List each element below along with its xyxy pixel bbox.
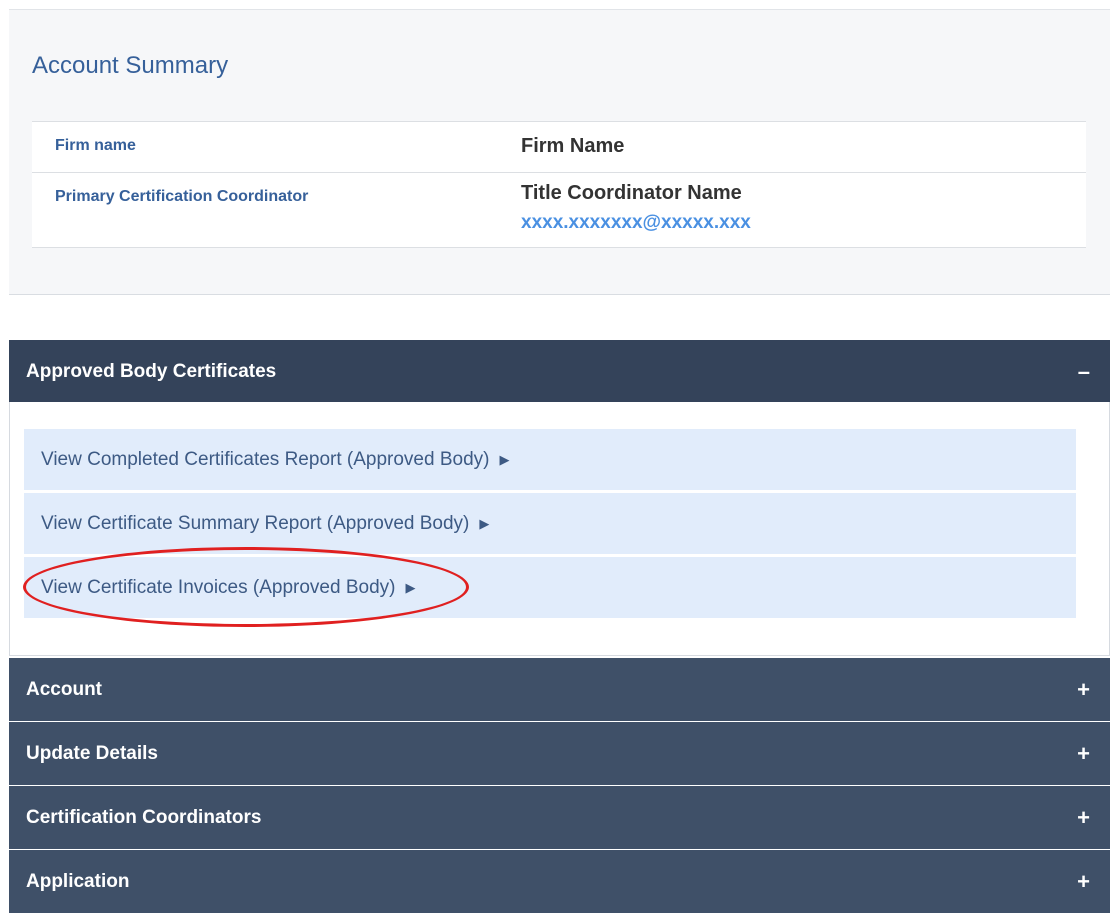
- link-completed-certificates-report[interactable]: View Completed Certificates Report (Appr…: [24, 429, 1076, 490]
- collapse-icon[interactable]: –: [1078, 360, 1090, 383]
- coordinator-name: Title Coordinator Name: [521, 182, 742, 204]
- panel-certification-coordinators-title: Certification Coordinators: [26, 806, 262, 828]
- coordinator-email-link[interactable]: xxxx.xxxxxxx@xxxxx.xxx: [521, 212, 1086, 234]
- firm-name-value-cell: Firm Name: [521, 122, 1086, 172]
- link-certificate-summary-report[interactable]: View Certificate Summary Report (Approve…: [24, 493, 1076, 554]
- panel-application-title: Application: [26, 870, 130, 892]
- expand-icon[interactable]: +: [1077, 870, 1090, 893]
- link-certificate-invoices-label: View Certificate Invoices (Approved Body…: [41, 576, 396, 598]
- expand-icon[interactable]: +: [1077, 678, 1090, 701]
- panel-certification-coordinators-header[interactable]: Certification Coordinators +: [9, 786, 1110, 849]
- account-summary-table: Firm name Firm Name Primary Certificatio…: [32, 121, 1086, 248]
- arrow-right-icon: ▶: [479, 515, 490, 531]
- expand-icon[interactable]: +: [1077, 806, 1090, 829]
- panel-account-title: Account: [26, 678, 102, 700]
- link-certificate-invoices[interactable]: View Certificate Invoices (Approved Body…: [24, 557, 1076, 618]
- coordinator-row: Primary Certification Coordinator Title …: [32, 172, 1086, 247]
- firm-name-value: Firm Name: [521, 135, 625, 157]
- panel-update-details-title: Update Details: [26, 742, 158, 764]
- coordinator-value-cell: Title Coordinator Name xxxx.xxxxxxx@xxxx…: [521, 173, 1086, 247]
- firm-name-row: Firm name Firm Name: [32, 122, 1086, 172]
- account-summary-title: Account Summary: [32, 52, 229, 79]
- panel-application-header[interactable]: Application +: [9, 850, 1110, 913]
- coordinator-label: Primary Certification Coordinator: [55, 188, 309, 205]
- panel-approved-body-certificates-header[interactable]: Approved Body Certificates –: [9, 340, 1110, 403]
- panel-approved-body-certificates-title: Approved Body Certificates: [26, 360, 277, 382]
- arrow-right-icon: ▶: [405, 579, 416, 595]
- link-certificate-summary-report-label: View Certificate Summary Report (Approve…: [41, 512, 470, 534]
- link-completed-certificates-report-label: View Completed Certificates Report (Appr…: [41, 448, 490, 470]
- firm-name-label: Firm name: [55, 137, 136, 154]
- account-summary: Account Summary Firm name Firm Name Prim…: [9, 9, 1110, 295]
- panel-update-details-header[interactable]: Update Details +: [9, 722, 1110, 785]
- arrow-right-icon: ▶: [499, 451, 510, 467]
- expand-icon[interactable]: +: [1077, 742, 1090, 765]
- panel-account-header[interactable]: Account +: [9, 658, 1110, 721]
